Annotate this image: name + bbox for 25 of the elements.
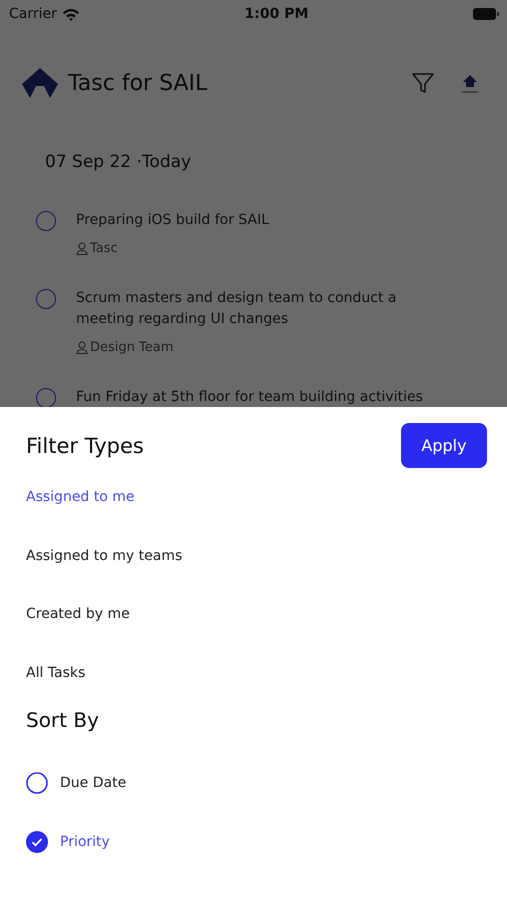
sheet-title: Filter Types: [26, 434, 144, 458]
filter-option[interactable]: Assigned to me: [26, 468, 135, 526]
filter-icon[interactable]: [411, 71, 435, 95]
wifi-icon: [62, 8, 80, 20]
date-heading: 07 Sep 22 ·Today: [44, 151, 192, 174]
apply-button[interactable]: Apply: [401, 423, 487, 468]
sort-option-label[interactable]: Due Date: [60, 775, 126, 792]
filter-option[interactable]: Created by me: [26, 585, 130, 644]
task-checkbox[interactable]: [36, 211, 56, 231]
radio-button[interactable]: [26, 830, 48, 853]
status-time: 1:00 PM: [244, 6, 308, 22]
battery-icon: [473, 8, 499, 20]
logo-icon: [22, 68, 58, 98]
filter-option[interactable]: Assigned to my teams: [26, 526, 182, 585]
task-checkbox[interactable]: [36, 289, 56, 309]
sort-option-label[interactable]: Priority: [60, 834, 110, 850]
filter-option[interactable]: All Tasks: [26, 644, 86, 702]
task-assignee: Design Team: [90, 340, 174, 355]
radio-button[interactable]: [26, 772, 48, 794]
app-title: Tasc for SAIL: [68, 70, 208, 96]
person-icon: [76, 341, 88, 354]
task-assignee: Tasc: [90, 241, 118, 256]
person-icon: [76, 242, 88, 255]
carrier-label: Carrier: [9, 6, 57, 22]
sort-title: Sort By: [26, 708, 100, 732]
